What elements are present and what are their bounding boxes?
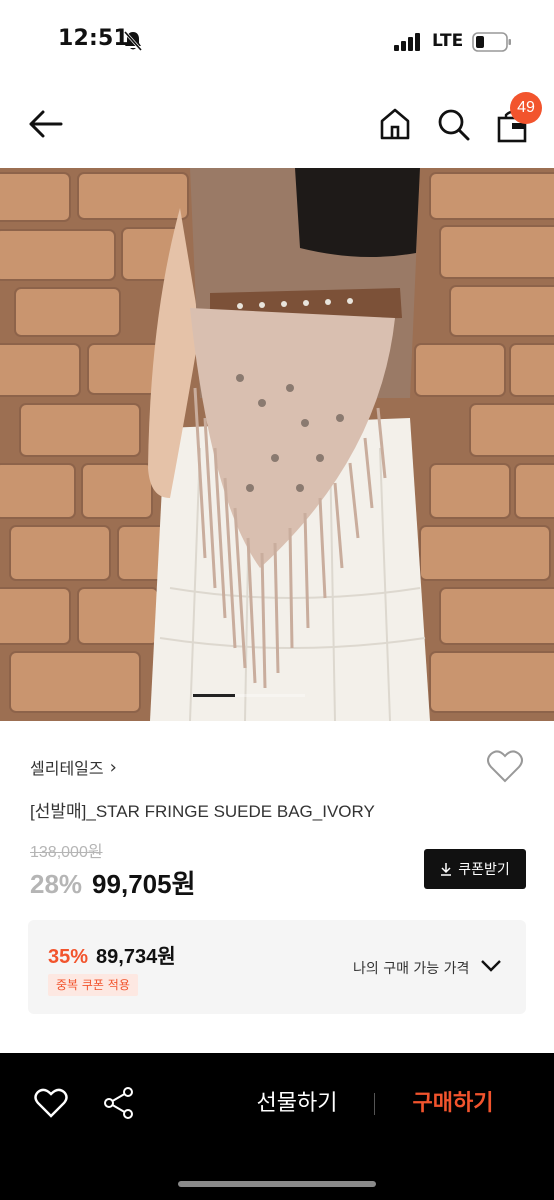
carousel-indicator [193,694,235,697]
product-title: [선발매]_STAR FRINGE SUEDE BAG_IVORY [30,802,375,821]
coupon-applied-tag: 중복 쿠폰 적용 [48,974,138,996]
cart-count-badge: 49 [510,92,542,124]
buy-button[interactable]: 구매하기 [386,1087,520,1121]
chevron-right-icon: › [109,756,117,778]
home-indicator [178,1181,376,1187]
download-icon [441,863,452,876]
coupon-button-label: 쿠폰받기 [458,862,510,878]
brand-link[interactable]: 셀리테일즈 › [30,755,117,779]
best-discount-rate: 35% [48,946,89,968]
gift-button[interactable]: 선물하기 [230,1087,364,1121]
wishlist-heart-icon[interactable] [486,748,524,784]
bell-slash-icon [123,31,143,51]
divider [374,1093,375,1115]
chevron-down-icon[interactable] [480,958,502,974]
best-price: 89,734원 [96,946,176,968]
share-icon[interactable] [102,1086,136,1120]
status-time: 12:51 [58,26,130,51]
product-image[interactable] [0,168,554,721]
back-arrow-icon[interactable] [28,108,64,140]
sale-price: 99,705원 [92,869,196,899]
my-price-label: 나의 구매 가능 가격 [353,961,470,977]
heart-icon[interactable] [34,1087,68,1119]
coupon-download-button[interactable]: 쿠폰받기 [424,849,526,889]
product-photo [0,168,554,721]
discount-rate: 28% [30,869,83,899]
home-icon[interactable] [378,107,412,141]
status-bar: 12:51 LTE [0,0,554,80]
original-price: 138,000원 [30,844,103,861]
bottom-action-bar: 선물하기 구매하기 [0,1053,554,1200]
price-row: 28% 99,705원 [30,864,196,901]
signal-icon [394,33,420,51]
network-label: LTE [432,31,464,51]
best-price-row: 35% 89,734원 [48,940,176,969]
battery-icon [472,32,511,52]
best-price-panel[interactable]: 35% 89,734원 중복 쿠폰 적용 나의 구매 가능 가격 [28,920,526,1014]
search-icon[interactable] [436,107,470,141]
carousel-track [235,694,305,697]
top-navigation: 49 [0,80,554,168]
brand-name: 셀리테일즈 [30,759,104,778]
